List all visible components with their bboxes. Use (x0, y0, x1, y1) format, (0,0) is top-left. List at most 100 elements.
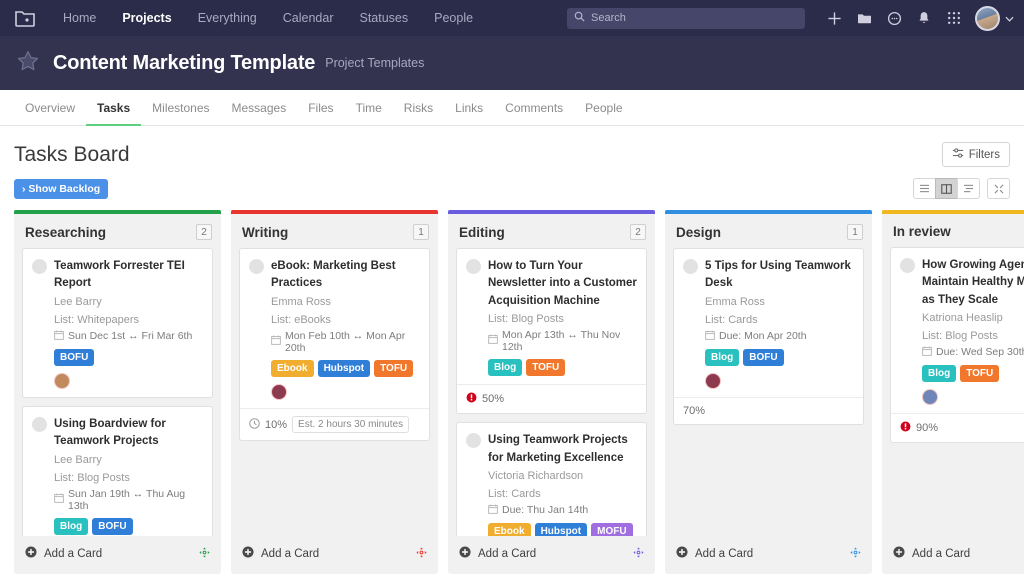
add-card-in-review[interactable]: Add a Card (882, 536, 1024, 574)
folder-icon[interactable] (849, 0, 879, 36)
tab-risks[interactable]: Risks (393, 91, 444, 126)
avatar (975, 6, 1000, 31)
user-avatar-menu[interactable] (975, 6, 1014, 31)
folder-logo-icon[interactable] (14, 8, 36, 28)
nav-link-home[interactable]: Home (50, 0, 109, 36)
tab-comments[interactable]: Comments (494, 91, 574, 126)
add-card-writing[interactable]: Add a Card (231, 536, 438, 574)
board-view-button[interactable] (935, 178, 958, 199)
tab-messages[interactable]: Messages (221, 91, 298, 126)
task-tag[interactable]: TOFU (374, 360, 413, 378)
column-count-badge: 2 (630, 224, 646, 240)
task-list: List: Whitepapers (54, 312, 203, 329)
plus-icon[interactable] (819, 0, 849, 36)
show-backlog-button[interactable]: › Show Backlog (14, 179, 108, 199)
fullscreen-view-button[interactable] (987, 178, 1010, 199)
task-tag[interactable]: Blog (705, 349, 739, 367)
task-complete-checkbox[interactable] (32, 259, 47, 274)
nav-link-projects[interactable]: Projects (109, 0, 184, 36)
avatar[interactable] (705, 373, 721, 389)
task-complete-checkbox[interactable] (249, 259, 264, 274)
column-header: Writing 1 (231, 214, 438, 248)
nav-link-everything[interactable]: Everything (185, 0, 270, 36)
task-card[interactable]: Using Boardview for Teamwork Projects Le… (22, 406, 213, 536)
board-column-in-review: In review How Growing Agencies Maintain … (882, 210, 1024, 574)
nav-link-people[interactable]: People (421, 0, 486, 36)
task-card[interactable]: How Growing Agencies Maintain Healthy Ma… (890, 247, 1024, 443)
task-tag[interactable]: TOFU (960, 365, 999, 383)
avatar[interactable] (271, 384, 287, 400)
task-title: eBook: Marketing Best Practices (271, 258, 420, 293)
task-card[interactable]: Teamwork Forrester TEI Report Lee Barry … (22, 248, 213, 398)
task-tag[interactable]: Hubspot (535, 523, 588, 536)
task-tag[interactable]: BOFU (743, 349, 783, 367)
task-tag[interactable]: Ebook (488, 523, 531, 536)
task-complete-checkbox[interactable] (466, 259, 481, 274)
column-title: In review (893, 224, 951, 239)
task-card[interactable]: 5 Tips for Using Teamwork Desk Emma Ross… (673, 248, 864, 425)
task-tag[interactable]: TOFU (526, 359, 565, 377)
top-nav-right-actions (567, 0, 1014, 36)
nav-link-calendar[interactable]: Calendar (270, 0, 347, 36)
calendar-icon (488, 334, 498, 347)
clock-icon (249, 418, 260, 432)
task-tag[interactable]: Blog (922, 365, 956, 383)
grid-apps-icon[interactable] (939, 0, 969, 36)
chat-icon[interactable] (879, 0, 909, 36)
tab-time[interactable]: Time (345, 91, 393, 126)
add-card-editing[interactable]: Add a Card (448, 536, 655, 574)
toolbar-title-row: Tasks Board Filters (14, 142, 1010, 167)
task-tag[interactable]: BOFU (54, 349, 94, 367)
task-tag[interactable]: Blog (54, 518, 88, 536)
nav-link-statuses[interactable]: Statuses (346, 0, 421, 36)
task-tags: BOFU (54, 349, 203, 367)
tab-overview[interactable]: Overview (14, 91, 86, 126)
list-view-button[interactable] (913, 178, 936, 199)
avatar[interactable] (922, 389, 938, 405)
tab-files[interactable]: Files (297, 91, 344, 126)
tab-links[interactable]: Links (444, 91, 494, 126)
column-title: Editing (459, 225, 505, 240)
star-icon[interactable] (16, 49, 40, 78)
filters-button[interactable]: Filters (942, 142, 1010, 167)
task-card-footer: 50% (457, 384, 646, 413)
move-column-icon[interactable] (633, 545, 644, 563)
bell-icon[interactable] (909, 0, 939, 36)
tab-tasks[interactable]: Tasks (86, 91, 141, 126)
task-tag[interactable]: Hubspot (318, 360, 371, 378)
move-column-icon[interactable] (416, 545, 427, 563)
search-box[interactable] (567, 8, 805, 29)
add-card-design[interactable]: Add a Card (665, 536, 872, 574)
task-complete-checkbox[interactable] (900, 258, 915, 273)
task-tag[interactable]: MOFU (591, 523, 632, 536)
task-card[interactable]: How to Turn Your Newsletter into a Custo… (456, 248, 647, 414)
task-complete-checkbox[interactable] (683, 259, 698, 274)
calendar-icon (271, 335, 281, 348)
add-card-researching[interactable]: Add a Card (14, 536, 221, 574)
tab-people[interactable]: People (574, 91, 633, 126)
task-card[interactable]: Using Teamwork Projects for Marketing Ex… (456, 422, 647, 536)
move-column-icon[interactable] (850, 545, 861, 563)
task-date: Sun Jan 19th ↔ Thu Aug 13th (54, 488, 203, 512)
move-column-icon[interactable] (199, 545, 210, 563)
task-tags: Blog BOFU (705, 349, 854, 367)
task-avatars (54, 373, 203, 389)
search-input[interactable] (591, 12, 798, 24)
add-card-label: Add a Card (695, 548, 753, 560)
task-tag[interactable]: Ebook (271, 360, 314, 378)
project-tabs: Overview Tasks Milestones Messages Files… (0, 90, 1024, 126)
task-card[interactable]: eBook: Marketing Best Practices Emma Ros… (239, 248, 430, 441)
plus-circle-icon (242, 545, 254, 563)
board-column-editing: Editing 2 How to Turn Your Newsletter in… (448, 210, 655, 574)
task-complete-checkbox[interactable] (32, 417, 47, 432)
priority-icon (466, 392, 477, 406)
calendar-icon (54, 330, 64, 343)
top-navigation-bar: Home Projects Everything Calendar Status… (0, 0, 1024, 36)
task-tag[interactable]: BOFU (92, 518, 132, 536)
task-complete-checkbox[interactable] (466, 433, 481, 448)
task-list: List: Blog Posts (54, 470, 203, 487)
avatar[interactable] (54, 373, 70, 389)
gantt-view-button[interactable] (957, 178, 980, 199)
tab-milestones[interactable]: Milestones (141, 91, 220, 126)
task-tag[interactable]: Blog (488, 359, 522, 377)
